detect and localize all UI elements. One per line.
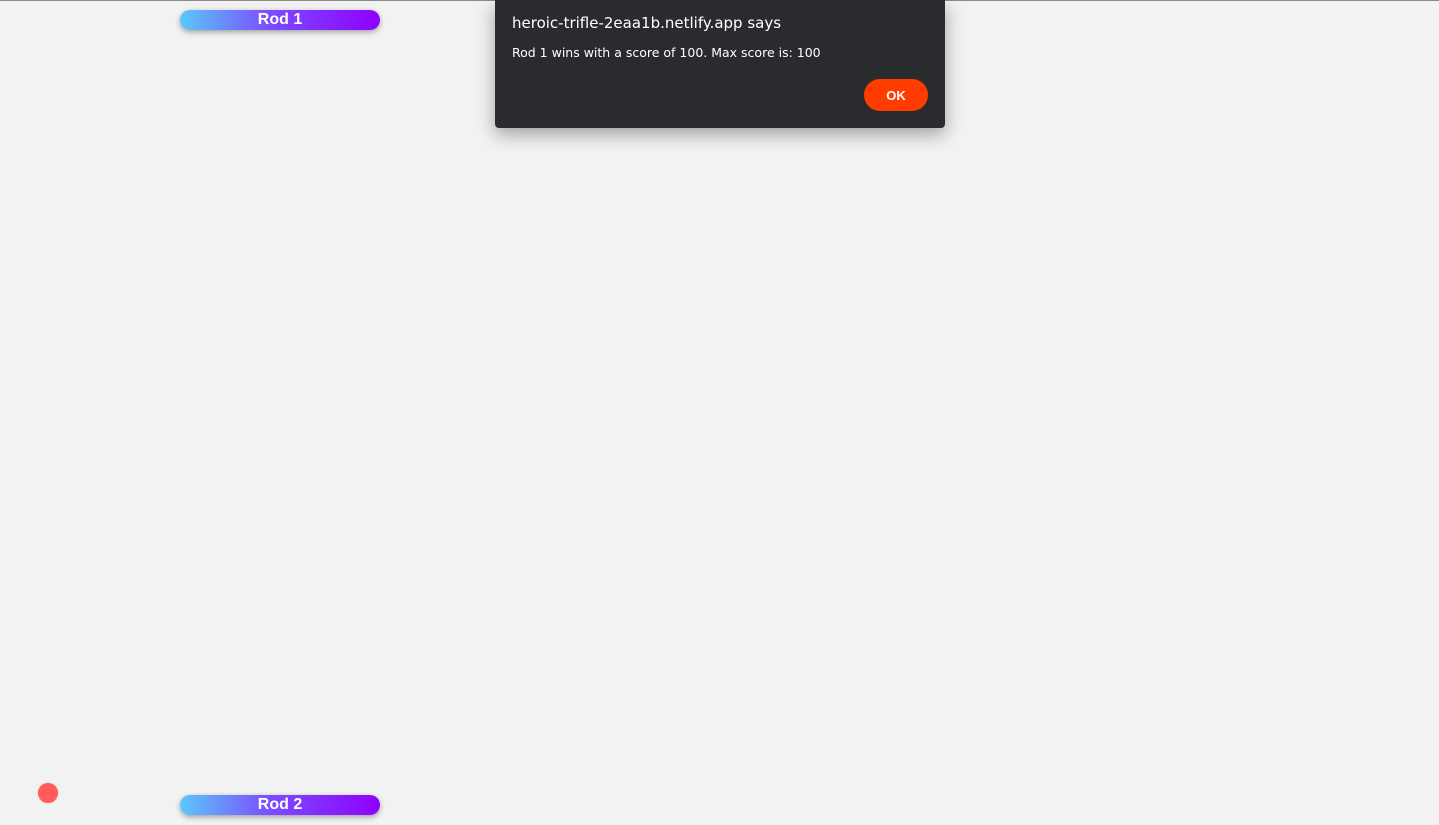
alert-dialog: heroic-trifle-2eaa1b.netlify.app says Ro… bbox=[495, 0, 945, 128]
alert-title: heroic-trifle-2eaa1b.netlify.app says bbox=[512, 14, 782, 32]
alert-message: Rod 1 wins with a score of 100. Max scor… bbox=[512, 45, 821, 60]
rod-2: Rod 2 bbox=[180, 795, 380, 815]
ball bbox=[38, 783, 58, 803]
rod-1: Rod 1 bbox=[180, 10, 380, 30]
ok-button[interactable]: OK bbox=[864, 79, 928, 111]
